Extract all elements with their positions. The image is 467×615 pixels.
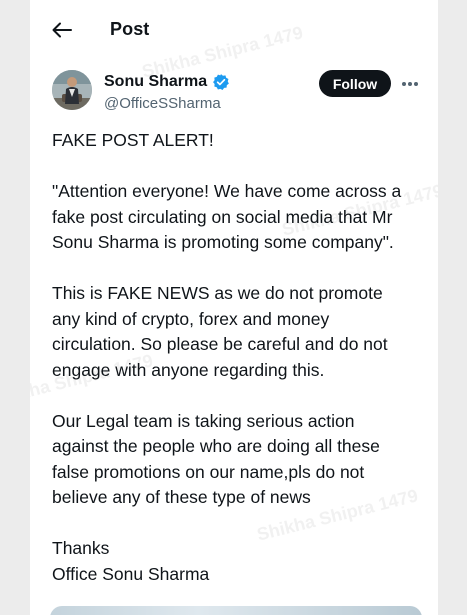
author-handle[interactable]: @OfficeSSharma [104, 95, 230, 112]
more-horizontal-icon [402, 82, 418, 86]
author-name-row: Sonu Sharma [104, 72, 230, 92]
post-paragraph: FAKE POST ALERT! [52, 130, 214, 150]
post-paragraph: "Attention everyone! We have come across… [52, 181, 402, 252]
post-paragraph: Our Legal team is taking serious action … [52, 410, 380, 508]
verified-badge-icon [213, 74, 230, 90]
post-paragraph: Thanks Office Sonu Sharma [52, 538, 210, 584]
page-title: Post [110, 19, 150, 39]
more-options-button[interactable] [400, 74, 420, 94]
post-page: Post Shikha Shipra 1479 Shikha Shipra 14… [30, 0, 438, 615]
profile-photo [52, 70, 92, 110]
avatar[interactable] [52, 70, 92, 110]
post-media-preview[interactable] [50, 606, 422, 615]
post-text: FAKE POST ALERT! "Attention everyone! We… [52, 128, 424, 587]
author-info: Sonu Sharma @OfficeSSharma [104, 72, 230, 112]
follow-button[interactable]: Follow [319, 70, 391, 97]
author-display-name[interactable]: Sonu Sharma [104, 73, 207, 91]
arrow-left-icon [52, 22, 72, 38]
top-bar: Post [30, 0, 438, 58]
post-paragraph: This is FAKE NEWS as we do not promote a… [52, 283, 388, 380]
back-button[interactable] [48, 16, 76, 44]
